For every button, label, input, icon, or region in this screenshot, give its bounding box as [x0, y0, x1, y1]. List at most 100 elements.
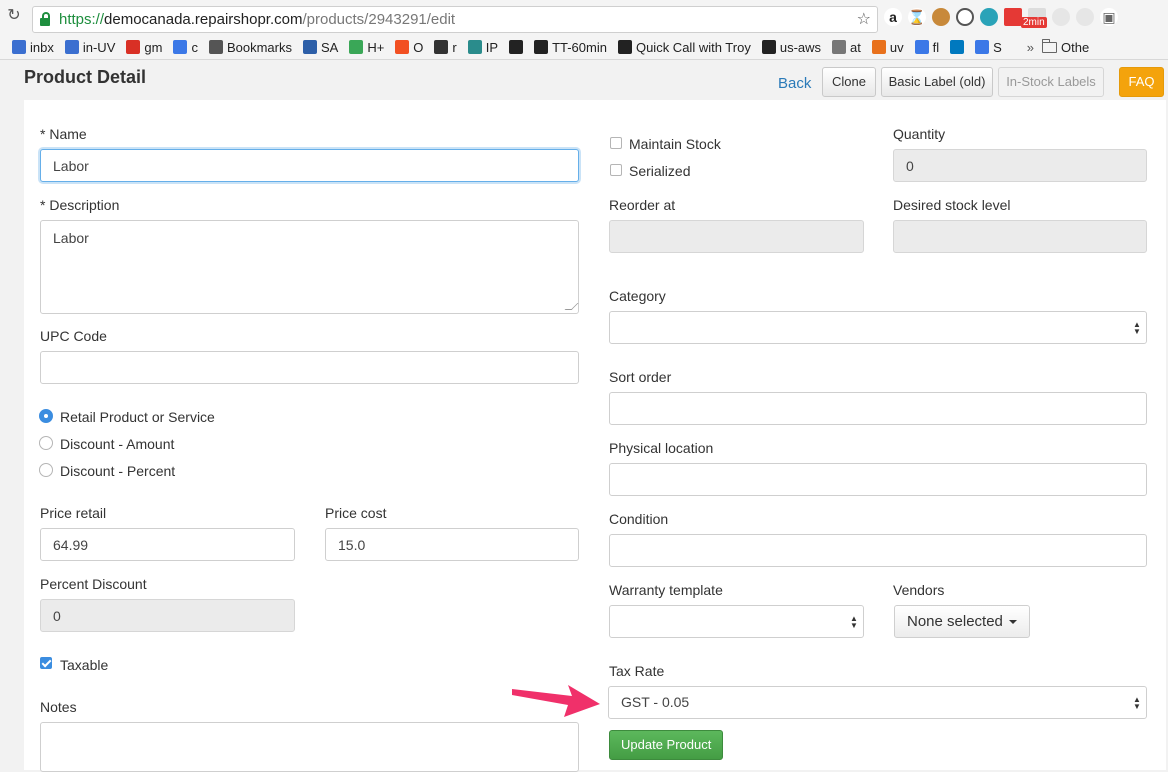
radio-discount-percent-label[interactable]: Discount - Percent: [60, 463, 175, 479]
select-arrows-icon: ▲ ▼: [1133, 695, 1141, 711]
bookmark-item[interactable]: H+: [349, 40, 384, 55]
bookmark-item[interactable]: at: [832, 40, 861, 55]
address-bar[interactable]: https://democanada.repairshopr.com/produ…: [32, 6, 878, 33]
umbrella-icon[interactable]: [1052, 8, 1070, 26]
product-form: * Name * Description Labor UPC Code Reta…: [24, 100, 1166, 772]
react-icon: [434, 40, 449, 54]
update-product-button[interactable]: Update Product: [609, 730, 724, 760]
radio-discount-percent[interactable]: [39, 463, 53, 477]
page-title: Product Detail: [24, 67, 147, 87]
camera-icon[interactable]: ▣: [1100, 8, 1118, 26]
browser-chrome: ↻ https://democanada.repairshopr.com/pro…: [0, 0, 1168, 60]
globe-icon[interactable]: [980, 8, 998, 26]
upc-input[interactable]: [40, 351, 579, 384]
price-retail-input[interactable]: [40, 528, 295, 561]
url-text: https://democanada.repairshopr.com/produ…: [59, 11, 456, 28]
category-label: Category: [609, 288, 666, 304]
tax-rate-select[interactable]: GST - 0.05 ▲ ▼: [608, 686, 1147, 719]
page-icon: [832, 40, 847, 54]
taxable-label[interactable]: Taxable: [60, 657, 108, 673]
radio-retail-product[interactable]: [39, 409, 53, 423]
tax-rate-value: GST - 0.05: [621, 694, 690, 710]
reorder-label: Reorder at: [609, 197, 676, 213]
mail-icon: [12, 40, 26, 54]
bookmark-item[interactable]: inbx: [12, 40, 54, 55]
bookmark-item[interactable]: IP: [467, 40, 498, 55]
square-icon: [509, 40, 524, 54]
bookmark-label: Bookmarks: [226, 39, 292, 55]
reload-icon[interactable]: ↻: [6, 8, 22, 24]
description-textarea[interactable]: Labor: [40, 220, 579, 314]
bookmark-item[interactable]: fl: [914, 40, 939, 55]
condition-input[interactable]: [609, 534, 1147, 567]
bookmarks-more-button[interactable]: »: [1027, 40, 1034, 55]
faq-button[interactable]: FAQ: [1119, 67, 1164, 97]
category-select[interactable]: ▲ ▼: [609, 311, 1147, 344]
gmail-icon: [126, 40, 141, 54]
percent-discount-label: Percent Discount: [40, 576, 147, 592]
reorder-input: [609, 220, 864, 253]
bookmark-star-icon[interactable]: ☆: [857, 7, 871, 32]
vendors-value: None selected: [907, 613, 1003, 630]
bookmark-item[interactable]: TT-60min: [534, 40, 607, 55]
tax-rate-label: Tax Rate: [609, 663, 665, 679]
maintain-stock-label[interactable]: Maintain Stock: [629, 136, 721, 152]
warranty-select[interactable]: ▲ ▼: [609, 605, 864, 638]
hourglass-icon[interactable]: ⌛: [908, 8, 926, 26]
bookmark-item[interactable]: gm: [126, 40, 162, 55]
leaf-ext-icon[interactable]: [1076, 8, 1094, 26]
bookmark-item[interactable]: S: [975, 40, 1002, 55]
serialized-label[interactable]: Serialized: [629, 163, 690, 179]
bookmark-item[interactable]: [950, 40, 965, 54]
amazon-icon[interactable]: a: [884, 8, 902, 26]
sort-order-input[interactable]: [609, 392, 1147, 425]
trello-icon: [950, 40, 965, 54]
name-input[interactable]: [40, 149, 579, 182]
taxable-checkbox[interactable]: [40, 657, 52, 669]
annotation-arrow-icon: [512, 685, 600, 717]
clock-icon[interactable]: [956, 8, 974, 26]
maintain-stock-checkbox[interactable]: [610, 137, 622, 149]
notes-textarea[interactable]: [40, 722, 579, 772]
serialized-checkbox[interactable]: [610, 164, 622, 176]
bookmark-item[interactable]: Quick Call with Troy: [617, 39, 751, 55]
bookmark-label: H+: [367, 39, 385, 55]
gmail-ext-icon[interactable]: [1004, 8, 1022, 26]
uv-icon: [871, 40, 886, 54]
bookmark-item[interactable]: SA: [302, 40, 338, 55]
bookmarks-bar: inbx in-UV gm c Bookmarks SA H+ Or IP TT-60min Qui…: [0, 36, 1168, 58]
select-arrows-icon: ▲ ▼: [850, 614, 858, 630]
back-link[interactable]: Back: [778, 75, 811, 92]
radio-discount-amount[interactable]: [39, 436, 53, 450]
bookmark-item[interactable]: in-UV: [64, 40, 115, 55]
extension-icons: a ⌛ ▣: [884, 8, 1118, 30]
bookmark-label: Quick Call with Troy: [635, 39, 751, 55]
other-bookmarks[interactable]: Othe: [1042, 38, 1089, 55]
bookmark-label: S: [993, 39, 1002, 55]
price-cost-input[interactable]: [325, 528, 579, 561]
folder-icon: [1042, 38, 1058, 53]
bookmark-label: inbx: [30, 39, 54, 55]
star-icon: [208, 40, 223, 54]
tt-icon: [534, 40, 549, 54]
radio-retail-product-label[interactable]: Retail Product or Service: [60, 409, 215, 425]
bookmark-label: c: [191, 39, 198, 55]
cookie-icon[interactable]: [932, 8, 950, 26]
physical-location-input[interactable]: [609, 463, 1147, 496]
radio-discount-amount-label[interactable]: Discount - Amount: [60, 436, 174, 452]
price-retail-label: Price retail: [40, 505, 107, 521]
bookmark-item[interactable]: c: [173, 40, 198, 55]
clone-button[interactable]: Clone: [822, 67, 876, 97]
bookmark-item[interactable]: [509, 40, 524, 54]
instock-labels-button[interactable]: In-Stock Labels: [998, 67, 1104, 97]
bookmark-item[interactable]: Bookmarks: [208, 39, 292, 55]
vendors-label: Vendors: [893, 582, 945, 598]
bookmark-item[interactable]: us-aws: [761, 40, 821, 55]
basic-label-button[interactable]: Basic Label (old): [881, 67, 993, 97]
lock-icon: [40, 12, 50, 26]
bookmark-item[interactable]: O: [395, 40, 423, 55]
vendors-dropdown[interactable]: None selected: [894, 605, 1030, 638]
bookmark-item[interactable]: uv: [871, 40, 904, 55]
description-label: * Description: [40, 197, 120, 213]
bookmark-item[interactable]: r: [434, 40, 457, 55]
